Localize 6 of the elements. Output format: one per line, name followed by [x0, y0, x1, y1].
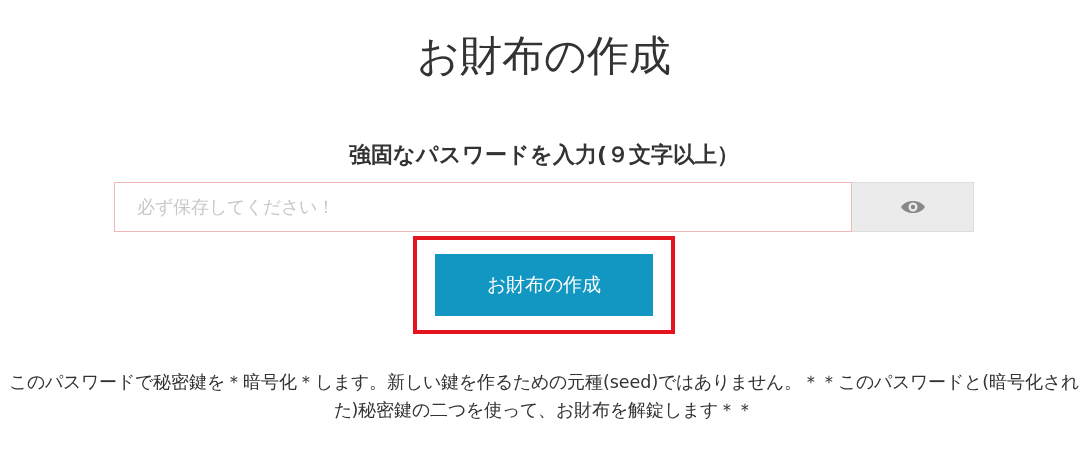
password-note: このパスワードで秘密鍵を＊暗号化＊します。新しい鍵を作るための元種(seed)ではありません。＊＊このパスワードと(暗号化された)秘密鍵の二つを使って、お財布を解錠します＊＊	[7, 371, 1081, 422]
eye-icon	[899, 199, 926, 215]
show-password-button[interactable]	[852, 182, 974, 232]
page-title: お財布の作成	[417, 30, 671, 82]
password-label: 強固なパスワードを入力(９文字以上）	[348, 141, 740, 169]
create-wallet-button[interactable]: お財布の作成	[435, 254, 653, 316]
